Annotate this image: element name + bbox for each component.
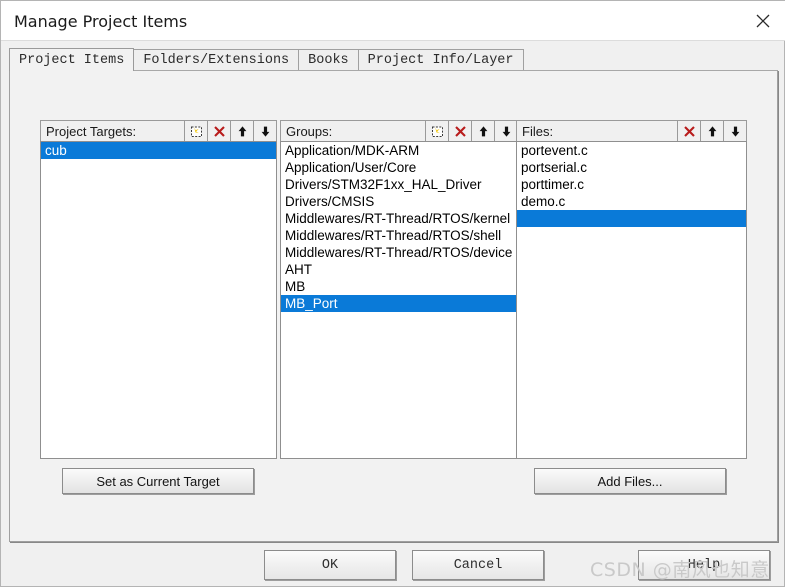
list-item[interactable]: Application/MDK-ARM	[281, 142, 517, 159]
tab-project-info-layer[interactable]: Project Info/Layer	[357, 49, 524, 71]
new-item-icon[interactable]	[425, 121, 448, 141]
groups-toolbar	[425, 121, 517, 141]
manage-project-items-dialog: Manage Project Items Project Items Folde…	[0, 0, 785, 587]
list-item[interactable]: AHT	[281, 261, 517, 278]
move-up-icon[interactable]	[471, 121, 494, 141]
list-item[interactable]: Middlewares/RT-Thread/RTOS/shell	[281, 227, 517, 244]
set-as-current-target-button[interactable]: Set as Current Target	[62, 468, 254, 494]
list-item[interactable]: Middlewares/RT-Thread/RTOS/device	[281, 244, 517, 261]
groups-header: Groups:	[280, 120, 518, 142]
button-label: OK	[321, 557, 339, 573]
list-item[interactable]: portserial.c	[517, 159, 746, 176]
new-item-icon[interactable]	[184, 121, 207, 141]
project-targets-panel: Project Targets: cub	[40, 120, 277, 504]
files-list[interactable]: portevent.c portserial.c porttimer.c dem…	[516, 141, 747, 459]
tab-label: Project Info/Layer	[367, 53, 514, 68]
project-targets-label: Project Targets:	[46, 123, 137, 139]
list-item[interactable]: portevent.c	[517, 142, 746, 159]
files-panel: Files: portevent.c portserial.c porttime…	[516, 120, 747, 504]
files-label: Files:	[522, 123, 554, 139]
list-item[interactable]: Middlewares/RT-Thread/RTOS/kernel	[281, 210, 517, 227]
move-up-icon[interactable]	[700, 121, 723, 141]
add-files-button[interactable]: Add Files...	[534, 468, 726, 494]
files-toolbar	[677, 121, 746, 141]
move-down-icon[interactable]	[253, 121, 276, 141]
move-down-icon[interactable]	[494, 121, 517, 141]
delete-x-icon[interactable]	[207, 121, 230, 141]
list-item[interactable]: porttimer.c	[517, 176, 746, 193]
help-button[interactable]: Help	[638, 550, 770, 580]
list-item[interactable]: demo.c	[517, 193, 746, 210]
cancel-button[interactable]: Cancel	[412, 550, 544, 580]
ok-button[interactable]: OK	[264, 550, 396, 580]
groups-list[interactable]: Application/MDK-ARM Application/User/Cor…	[280, 141, 518, 459]
close-icon[interactable]	[740, 1, 785, 40]
list-item[interactable]	[517, 210, 746, 227]
tab-label: Folders/Extensions	[143, 53, 290, 68]
window-title: Manage Project Items	[14, 12, 188, 31]
tab-project-items[interactable]: Project Items	[9, 48, 135, 71]
project-targets-toolbar	[184, 121, 276, 141]
list-item[interactable]: cub	[41, 142, 276, 159]
project-targets-header: Project Targets:	[40, 120, 277, 142]
button-label: Add Files...	[597, 473, 663, 489]
list-item[interactable]: Drivers/STM32F1xx_HAL_Driver	[281, 176, 517, 193]
tab-label: Books	[308, 53, 349, 68]
list-item[interactable]: MB	[281, 278, 517, 295]
files-header: Files:	[516, 120, 747, 142]
move-down-icon[interactable]	[723, 121, 746, 141]
tab-strip: Project Items Folders/Extensions Books P…	[9, 48, 524, 71]
groups-label: Groups:	[286, 123, 333, 139]
list-item[interactable]: Application/User/Core	[281, 159, 517, 176]
button-label: Help	[687, 557, 721, 573]
list-item[interactable]: MB_Port	[281, 295, 517, 312]
tab-page-project-items: Project Targets: cub Groups: Application…	[9, 70, 778, 542]
delete-x-icon[interactable]	[677, 121, 700, 141]
project-targets-list[interactable]: cub	[40, 141, 277, 459]
button-label: Set as Current Target	[96, 473, 220, 489]
button-label: Cancel	[453, 557, 503, 573]
move-up-icon[interactable]	[230, 121, 253, 141]
groups-panel: Groups: Application/MDK-ARM Application/…	[280, 120, 518, 504]
list-item[interactable]: Drivers/CMSIS	[281, 193, 517, 210]
tab-label: Project Items	[19, 52, 125, 68]
tab-folders-extensions[interactable]: Folders/Extensions	[133, 49, 300, 71]
title-bar: Manage Project Items	[1, 1, 785, 41]
tab-books[interactable]: Books	[298, 49, 359, 71]
delete-x-icon[interactable]	[448, 121, 471, 141]
